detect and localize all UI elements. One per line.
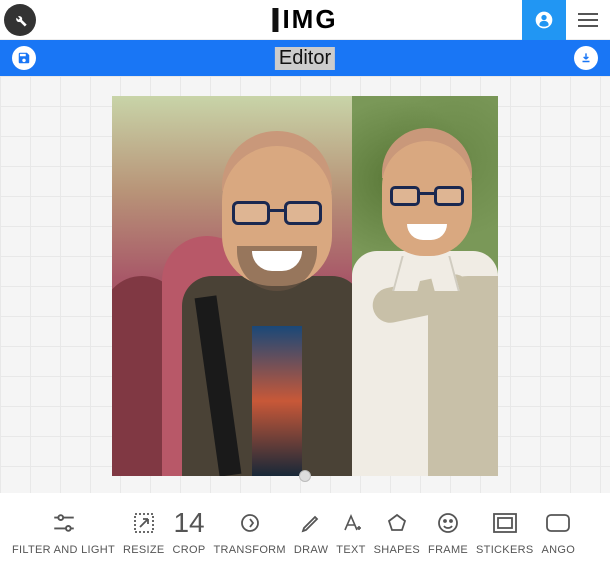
smiley-icon xyxy=(436,508,460,538)
tool-resize[interactable]: RESIZE xyxy=(119,508,169,556)
image-left-half xyxy=(112,96,352,476)
tool-shapes[interactable]: SHAPES xyxy=(370,508,424,556)
tool-transform[interactable]: TRANSFORM xyxy=(210,508,290,556)
resize-handle[interactable] xyxy=(299,470,311,482)
download-button[interactable] xyxy=(574,46,598,70)
tool-stickers[interactable]: STICKERS xyxy=(472,508,537,556)
editor-bar: Editor xyxy=(0,40,610,76)
hamburger-icon xyxy=(578,13,598,27)
crop-icon: 14 xyxy=(173,508,204,538)
wrench-icon xyxy=(12,12,28,28)
canvas-area[interactable] xyxy=(0,76,610,493)
bottom-toolbar: FILTER AND LIGHT RESIZE 14 CROP TRANSFOR… xyxy=(0,493,610,571)
rounded-rect-icon xyxy=(545,508,571,538)
editor-title: Editor xyxy=(275,47,335,70)
download-icon xyxy=(579,51,593,65)
pencil-icon xyxy=(299,508,323,538)
edited-image[interactable] xyxy=(112,96,498,476)
pentagon-icon xyxy=(385,508,409,538)
user-icon xyxy=(534,10,554,30)
frame-rect-icon xyxy=(492,508,518,538)
tool-draw[interactable]: DRAW xyxy=(290,508,332,556)
tool-text[interactable]: TEXT xyxy=(332,508,369,556)
tool-corners[interactable]: ANGO xyxy=(537,508,579,556)
text-icon xyxy=(339,508,363,538)
top-bar: IMG xyxy=(0,0,610,40)
save-button[interactable] xyxy=(12,46,36,70)
image-right-half xyxy=(352,96,498,476)
tool-filter-light[interactable]: FILTER AND LIGHT xyxy=(8,508,119,556)
refresh-icon xyxy=(238,508,262,538)
account-button[interactable] xyxy=(522,0,566,40)
logo-bar-icon xyxy=(272,8,278,32)
tool-crop[interactable]: 14 CROP xyxy=(169,508,210,556)
resize-icon xyxy=(132,508,156,538)
logo-text: IMG xyxy=(282,4,337,35)
app-logo: IMG xyxy=(272,4,337,35)
sliders-icon xyxy=(51,508,77,538)
settings-button[interactable] xyxy=(4,4,36,36)
floppy-icon xyxy=(17,51,31,65)
menu-button[interactable] xyxy=(566,0,610,40)
tool-frame[interactable]: FRAME xyxy=(424,508,472,556)
